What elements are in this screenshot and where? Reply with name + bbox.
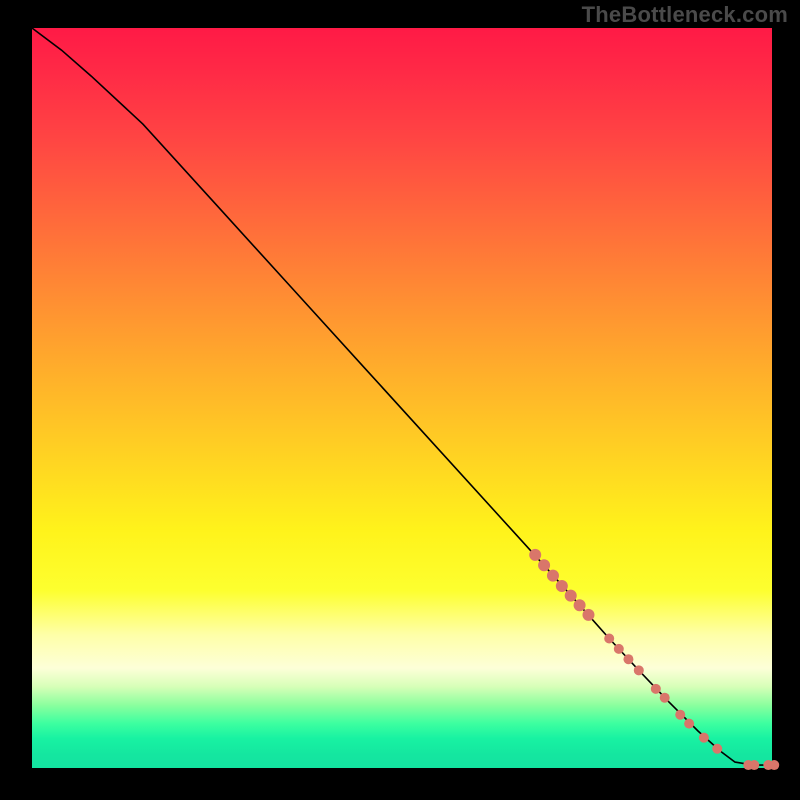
data-point: [614, 644, 624, 654]
data-point: [684, 719, 694, 729]
chart-svg: [32, 28, 772, 768]
data-point: [660, 693, 670, 703]
bottleneck-curve: [32, 28, 772, 765]
data-point: [582, 609, 594, 621]
data-point: [675, 710, 685, 720]
data-point: [651, 684, 661, 694]
data-point: [574, 599, 586, 611]
data-point: [538, 559, 550, 571]
data-point: [623, 654, 633, 664]
data-point: [699, 733, 709, 743]
data-point: [769, 760, 779, 770]
data-point: [547, 570, 559, 582]
data-point: [565, 590, 577, 602]
watermark-text: TheBottleneck.com: [582, 2, 788, 28]
data-point: [529, 549, 541, 561]
chart-container: TheBottleneck.com: [0, 0, 800, 800]
data-point: [749, 760, 759, 770]
data-point: [604, 634, 614, 644]
plot-area: [32, 28, 772, 768]
highlighted-points: [529, 549, 779, 770]
data-point: [712, 744, 722, 754]
data-point: [634, 665, 644, 675]
data-point: [556, 580, 568, 592]
